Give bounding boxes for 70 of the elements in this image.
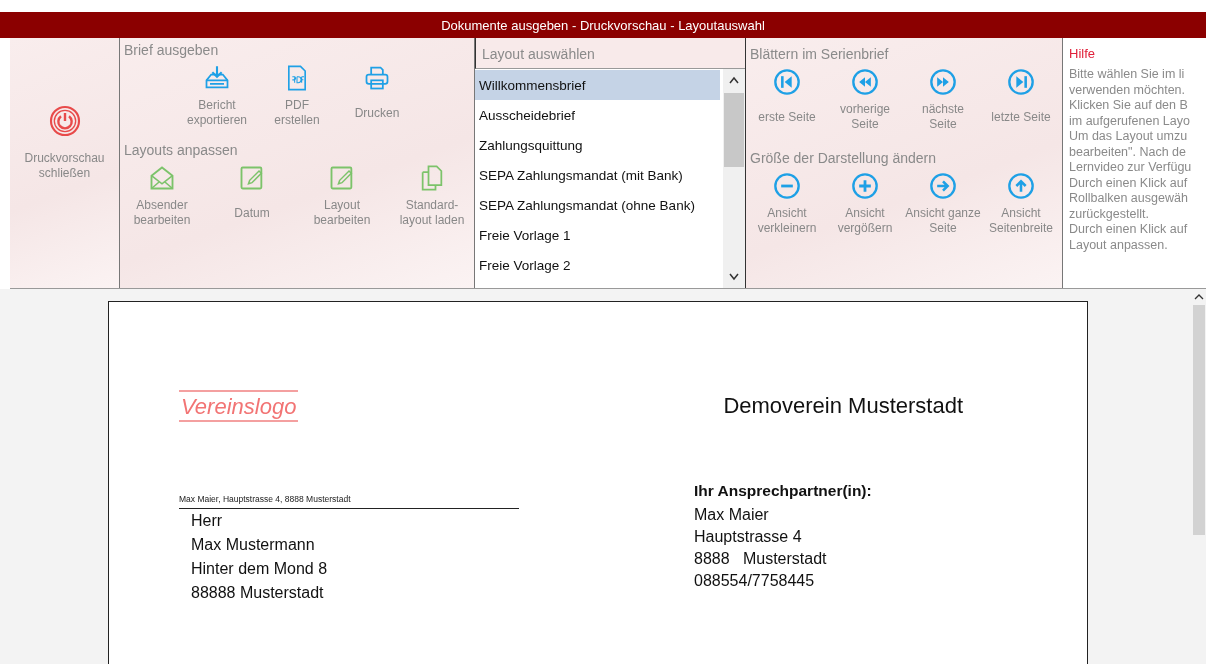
sender-line: Max Maier, Hauptstrasse 4, 8888 Musterstadt xyxy=(179,494,519,509)
scroll-down-icon[interactable] xyxy=(728,272,740,282)
sender-button[interactable]: Absender bearbeiten xyxy=(122,164,202,228)
group-heading: Blättern im Serienbrief xyxy=(749,45,890,64)
zoom-in-button[interactable]: Ansicht vergößern xyxy=(826,172,904,236)
scrollbar-thumb[interactable] xyxy=(1193,305,1205,535)
skip-last-icon xyxy=(1007,68,1035,96)
zoom-in-icon xyxy=(851,172,879,200)
skip-first-icon xyxy=(773,68,801,96)
arrow-right-icon xyxy=(929,172,957,200)
help-text: Um das Layout umzu xyxy=(1069,129,1189,145)
layout-list-item[interactable]: Freie Vorlage 1 xyxy=(475,220,720,250)
first-page-button[interactable]: erste Seite xyxy=(748,68,826,132)
help-text: Rollbalken ausgewäh xyxy=(1069,191,1189,207)
layout-list-item[interactable]: Freie Vorlage 2 xyxy=(475,250,720,280)
rewind-icon xyxy=(851,68,879,96)
pdf-button[interactable]: PDF erstellen xyxy=(257,64,337,128)
edit-button[interactable]: Datum xyxy=(212,164,292,228)
fast-forward-icon xyxy=(929,68,957,96)
fit-width-button[interactable]: Ansicht Seitenbreite xyxy=(982,172,1060,236)
contact-line: Max Maier xyxy=(694,505,770,525)
layout-list-item[interactable]: Willkommensbrief xyxy=(475,70,720,100)
group-heading: Größe der Darstellung ändern xyxy=(749,149,937,168)
arrow-up-icon xyxy=(1007,172,1035,200)
contact-line: 8888 Musterstadt xyxy=(694,549,828,569)
help-text: im aufgerufenen Layo xyxy=(1069,113,1191,129)
help-text: Klicken Sie auf den B xyxy=(1069,98,1189,114)
scroll-up-icon[interactable] xyxy=(1194,293,1204,301)
scrollbar-thumb[interactable] xyxy=(724,93,744,167)
power-icon xyxy=(48,105,81,137)
help-text: bearbeiten". Nach de xyxy=(1069,144,1188,160)
load-button[interactable]: Standard-layout laden xyxy=(392,164,472,228)
window-title: Dokumente ausgeben - Druckvorschau - Layoutauswahl xyxy=(0,12,1206,38)
organization-name: Demoverein Musterstadt xyxy=(723,393,964,419)
printer-icon xyxy=(363,64,391,92)
help-text: Durch einen Klick auf xyxy=(1069,175,1189,191)
help-text: zurückgestellt. xyxy=(1069,206,1150,222)
last-page-button[interactable]: letzte Seite xyxy=(982,68,1060,132)
contact-heading: Ihr Ansprechpartner(in): xyxy=(694,482,872,500)
group-heading: Layouts anpassen xyxy=(123,141,239,160)
help-text: Durch einen Klick auf xyxy=(1069,222,1189,238)
help-text: Lernvideo zur Verfügu xyxy=(1069,160,1193,176)
recipient-address-line: Max Mustermann xyxy=(191,535,316,555)
recipient-address-line: 88888 Musterstadt xyxy=(191,583,325,603)
group-heading: Brief ausgeben xyxy=(123,41,220,60)
scroll-up-icon[interactable] xyxy=(728,75,740,85)
contact-line: Hauptstrasse 4 xyxy=(694,527,803,547)
layout-list-item[interactable]: Ausscheidebrief xyxy=(475,100,720,130)
next-page-button[interactable]: nächste Seite xyxy=(904,68,982,132)
contact-line: 088554/7758445 xyxy=(694,571,816,591)
close-preview-button[interactable]: Druckvorschau schließen xyxy=(10,38,119,288)
recipient-address-line: Herr xyxy=(191,511,224,531)
print-button[interactable]: Drucken xyxy=(337,64,417,128)
help-text: Layout anpassen. xyxy=(1069,237,1169,253)
export-button[interactable]: Bericht exportieren xyxy=(177,64,257,128)
recipient-address-line: Hinter dem Mond 8 xyxy=(191,559,329,579)
zoom-out-icon xyxy=(773,172,801,200)
envelope-icon xyxy=(148,164,176,192)
layout-list-item[interactable]: Zahlungsquittung xyxy=(475,130,720,160)
zoom-out-button[interactable]: Ansicht verkleinern xyxy=(748,172,826,236)
layout-list-item[interactable]: SEPA Zahlungsmandat (mit Bank) xyxy=(475,160,720,190)
help-text: Bitte wählen Sie im li xyxy=(1069,67,1186,83)
previous-page-button[interactable]: vorherige Seite xyxy=(826,68,904,132)
logo-text: Vereinslogo xyxy=(181,394,297,419)
help-heading: Hilfe xyxy=(1069,46,1096,61)
edit-button[interactable]: Layout bearbeiten xyxy=(302,164,382,228)
layout-list-item[interactable]: SEPA Zahlungsmandat (ohne Bank) xyxy=(475,190,720,220)
help-text: verwenden möchten. xyxy=(1069,82,1187,98)
list-heading: Layout auswählen xyxy=(475,38,745,69)
fit-page-button[interactable]: Ansicht ganze Seite xyxy=(904,172,982,236)
